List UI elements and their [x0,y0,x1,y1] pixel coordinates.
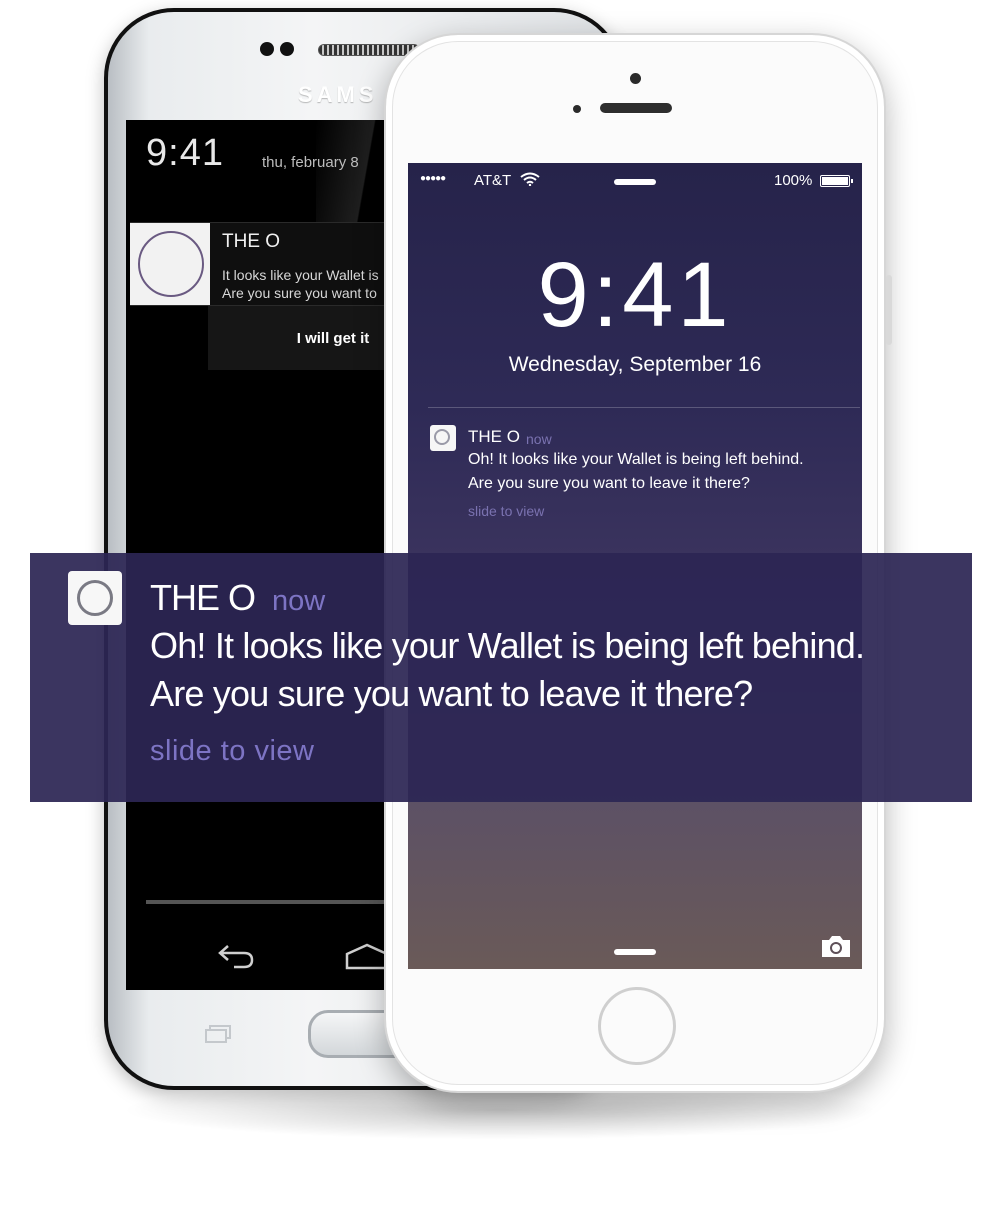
lock-date: thu, february 8 [262,154,359,171]
battery-percentage: 100% [774,172,813,189]
banner-message-line-1: Oh! It looks like your Wallet is being l… [150,625,865,666]
recent-apps-icon[interactable] [204,1024,232,1044]
notification-line-1: Oh! It looks like your Wallet is being l… [468,451,804,468]
battery-icon [820,175,853,187]
banner-title: THE O [150,577,256,618]
app-logo-icon [68,571,122,625]
banner-message-line-2: Are you sure you want to leave it there? [150,673,753,714]
notification-callout-banner[interactable]: THE O now Oh! It looks like your Wallet … [30,553,972,802]
front-camera-icon [630,73,641,84]
notification-line-2: Are you sure you want to leave it there? [468,475,750,492]
earpiece-speaker [600,103,672,113]
proximity-sensor-icon [280,42,294,56]
lock-time: 9:41 [537,244,733,346]
control-center-grabber[interactable] [614,949,656,955]
notification-line-1: It looks like your Wallet is [222,267,379,283]
brand-logo: SAMS [298,82,378,107]
proximity-sensor-icon [573,105,581,113]
banner-slide-to-view[interactable]: slide to view [150,735,314,768]
front-camera-icon [260,42,274,56]
lock-time: 9:41 [146,132,224,174]
notification-title: THE O [468,427,520,446]
notification-center-grabber[interactable] [614,179,656,185]
ios-notification[interactable]: THE O now Oh! It looks like your Wallet … [408,421,862,521]
lock-date: Wednesday, September 16 [508,353,762,376]
notification-line-2: Are you sure you want to [222,285,377,301]
wifi-icon [520,172,540,186]
slide-to-view-hint[interactable]: slide to view [468,503,544,519]
camera-icon[interactable] [820,933,852,959]
signal-strength-icon: ●●●●● [420,173,446,184]
notification-time: now [526,431,552,447]
power-button[interactable] [886,275,892,345]
iphone-home-button[interactable] [598,987,676,1065]
app-logo-icon [430,425,456,451]
carrier-label: AT&T [474,172,512,189]
divider [428,407,860,408]
notification-title: THE O [222,231,281,252]
back-arrow-icon[interactable] [214,940,258,970]
banner-time: now [272,585,326,617]
app-logo-icon [130,223,210,305]
